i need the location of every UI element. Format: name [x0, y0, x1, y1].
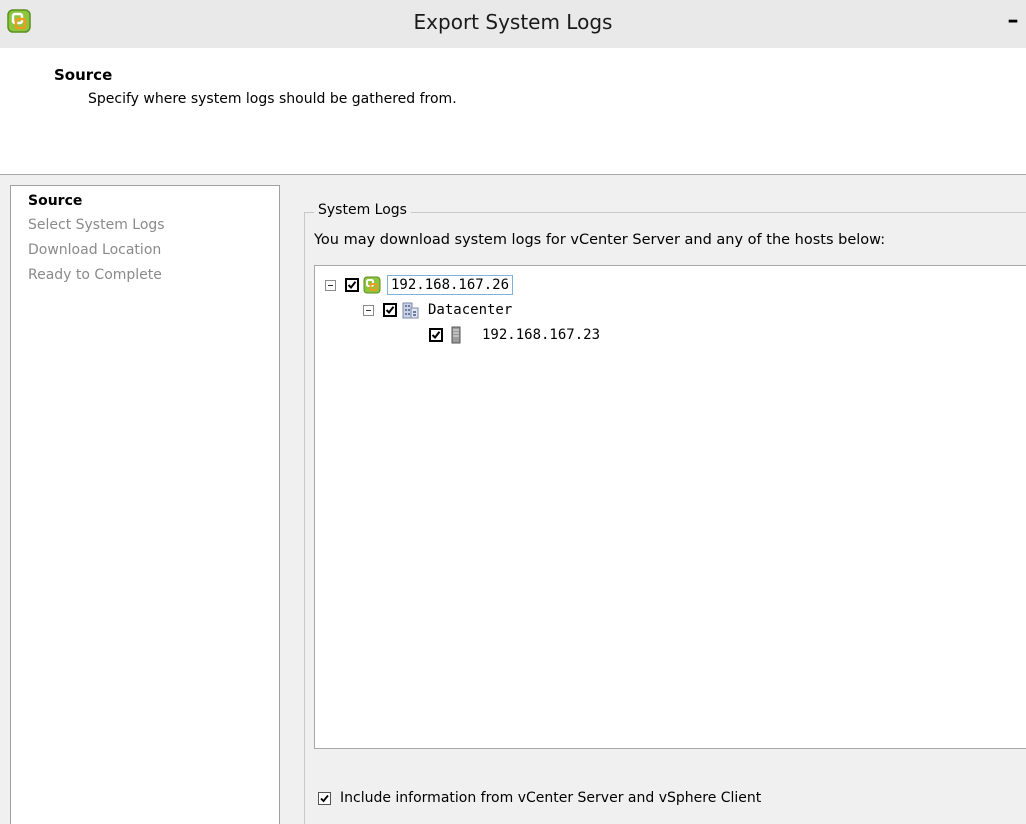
datacenter-icon — [402, 302, 419, 319]
header-description: Specify where system logs should be gath… — [88, 91, 457, 107]
wizard-step-list: Source Select System Logs Download Locat… — [10, 185, 280, 824]
tree-node-vcenter[interactable]: 192.168.167.26 — [325, 274, 514, 296]
wizard-content: Source Select System Logs Download Locat… — [0, 175, 1026, 824]
host-icon — [451, 326, 461, 344]
node-checkbox[interactable] — [345, 278, 359, 292]
include-info-label: Include information from vCenter Server … — [340, 790, 762, 806]
checkmark-icon — [347, 281, 357, 290]
vcenter-icon — [363, 276, 381, 294]
include-info-option[interactable]: Include information from vCenter Server … — [318, 790, 761, 806]
system-logs-group-label: System Logs — [314, 202, 411, 218]
wizard-header: Source Specify where system logs should … — [0, 48, 1026, 175]
checkmark-icon — [431, 331, 441, 340]
checkmark-icon — [320, 794, 329, 802]
system-logs-description: You may download system logs for vCenter… — [314, 232, 886, 248]
collapse-icon[interactable] — [325, 279, 336, 291]
node-checkbox[interactable] — [429, 328, 443, 342]
step-select-system-logs[interactable]: Select System Logs — [28, 217, 165, 233]
collapse-icon[interactable] — [363, 304, 374, 316]
checkmark-icon — [385, 306, 395, 315]
tree-node-label[interactable]: 192.168.167.23 — [479, 326, 603, 344]
include-info-checkbox[interactable] — [318, 791, 331, 805]
step-source[interactable]: Source — [28, 193, 82, 209]
tree-node-label[interactable]: Datacenter — [425, 301, 515, 319]
step-download-location[interactable]: Download Location — [28, 242, 161, 258]
tree-node-host[interactable]: 192.168.167.23 — [429, 324, 603, 346]
tree-node-label[interactable]: 192.168.167.26 — [387, 275, 514, 295]
export-system-logs-window: Export System Logs – Source Specify wher… — [0, 0, 1026, 824]
inventory-tree[interactable]: 192.168.167.26 Datacenter 192.168.167.23 — [314, 265, 1026, 749]
step-ready-to-complete[interactable]: Ready to Complete — [28, 267, 162, 283]
window-title: Export System Logs — [413, 10, 613, 34]
title-bar[interactable]: Export System Logs – — [0, 0, 1026, 49]
minimize-button[interactable]: – — [1000, 10, 1026, 32]
header-title: Source — [54, 66, 113, 84]
tree-node-datacenter[interactable]: Datacenter — [363, 299, 515, 321]
node-checkbox[interactable] — [383, 303, 397, 317]
